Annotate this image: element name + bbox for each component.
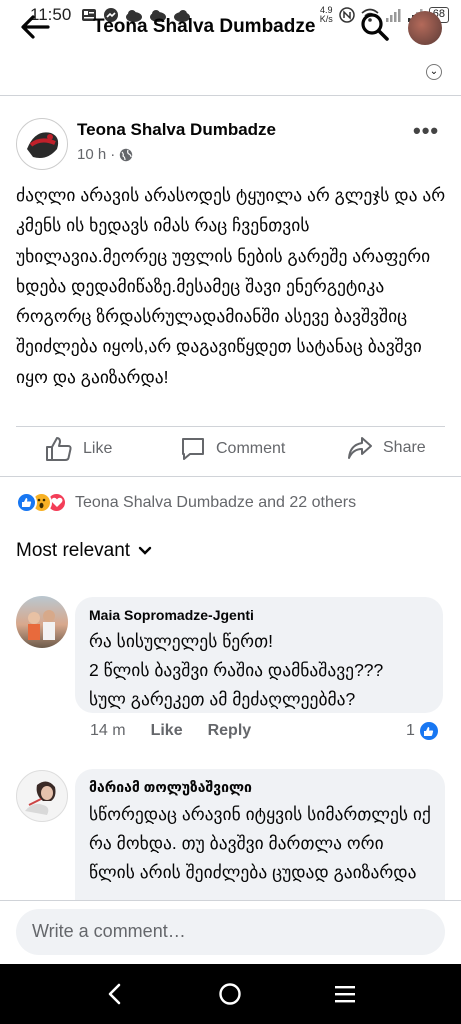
search-icon[interactable] [360, 12, 390, 42]
chevron-down-icon [138, 546, 152, 555]
logo-icon [21, 123, 65, 167]
write-comment-input[interactable]: Write a comment… [16, 909, 445, 955]
comment-button[interactable]: Comment [180, 436, 285, 462]
profile-avatar[interactable] [408, 11, 442, 45]
comment-time: 14 m [90, 722, 126, 739]
commenter-name[interactable]: მარიამ თოლუზაშვილი [89, 779, 431, 796]
thumbs-up-icon [46, 437, 72, 461]
post-meta: 10 h · [77, 146, 133, 163]
reactions-text: Teona Shalva Dumbadze and 22 others [75, 493, 357, 511]
system-nav-bar [0, 964, 461, 1024]
chevron-down-icon[interactable]: ⌄ [426, 64, 442, 80]
meta-separator: · [110, 146, 116, 163]
header-divider [0, 95, 461, 96]
page-title: Teona Shalva Dumbadze [93, 16, 316, 37]
nav-menu-icon[interactable] [334, 984, 356, 1004]
nav-back-icon[interactable] [106, 982, 124, 1006]
commenter-avatar[interactable] [16, 770, 68, 822]
post-author-avatar[interactable] [16, 118, 68, 170]
comment-reaction-count[interactable]: 1 [406, 720, 440, 742]
sort-label: Most relevant [16, 540, 131, 561]
nfc-icon [339, 7, 355, 23]
comment-actions: 14 m Like Reply [90, 722, 251, 740]
comment-text: რა სისულელეს წერთ! 2 წლის ბავშვი რაშია დ… [89, 631, 384, 709]
like-reaction-icon [417, 720, 440, 742]
post-action-bar: Like Comment Share [0, 428, 461, 472]
post-time[interactable]: 10 h [77, 146, 106, 163]
like-label: Like [83, 440, 113, 457]
post-divider [16, 426, 445, 427]
commenter-avatar[interactable] [16, 596, 68, 648]
post-author-name[interactable]: Teona Shalva Dumbadze [77, 120, 276, 140]
post-text: ძაღლი არავის არასოდეს ტყუილა არ გლეჯს და… [16, 185, 446, 387]
comment-label: Comment [216, 440, 286, 457]
like-reaction-icon [16, 492, 37, 513]
comment-reply-button[interactable]: Reply [208, 722, 252, 740]
comment-like-button[interactable]: Like [151, 722, 183, 740]
share-label: Share [383, 439, 426, 456]
commenter-name[interactable]: Maia Sopromadze-Jgenti [89, 607, 429, 623]
reaction-count-value: 1 [406, 722, 415, 739]
comment-text: სწორედაც არავინ იტყვის სიმართლეს იქ რა მ… [89, 804, 431, 882]
back-arrow-icon[interactable] [18, 12, 52, 42]
reactions-summary[interactable]: Teona Shalva Dumbadze and 22 others [16, 492, 356, 513]
nav-home-icon[interactable] [218, 982, 242, 1006]
globe-icon [120, 148, 133, 161]
comment-bubble: მარიამ თოლუზაშვილი სწორედაც არავინ იტყვი… [75, 769, 445, 900]
share-arrow-icon [348, 437, 372, 459]
network-speed: 4.9 K/s [319, 5, 333, 24]
sort-comments-dropdown[interactable]: Most relevant [16, 540, 152, 562]
like-button[interactable]: Like [45, 436, 112, 462]
comment-bubble: Maia Sopromadze-Jgenti რა სისულელეს წერთ… [75, 597, 443, 713]
comment-composer: Write a comment… [0, 900, 461, 964]
more-options-icon[interactable]: ••• [413, 118, 439, 144]
comment-bubble-icon [182, 438, 204, 460]
actions-divider [0, 476, 461, 477]
share-button[interactable]: Share [347, 436, 426, 460]
